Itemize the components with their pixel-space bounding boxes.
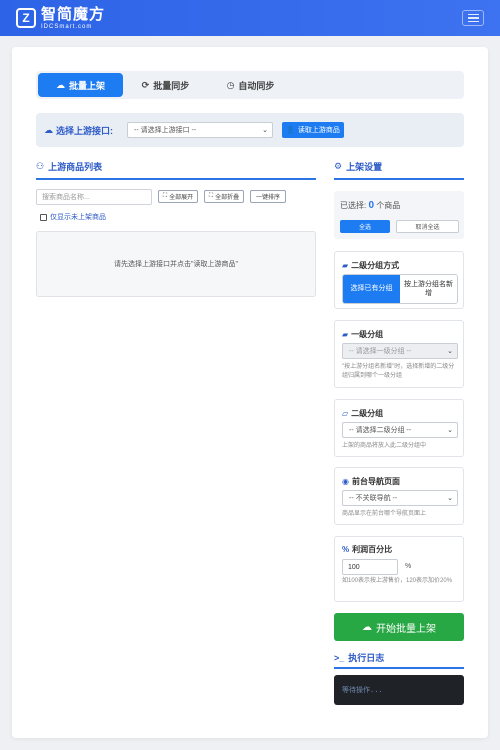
tab-batch-sync[interactable]: ⟳ 批量同步 — [123, 73, 208, 97]
compass-icon: ◉ — [342, 477, 349, 486]
select-all-button[interactable]: 全选 — [340, 220, 390, 233]
profit-hint: 如100表示按上游售价，120表示加价20% — [342, 578, 453, 584]
hamburger-icon — [467, 13, 479, 16]
sitemap-icon: ⚇ — [36, 161, 45, 171]
level2-group-panel: ▱ 二级分组 -- 请选择二级分组 -- ⌄ 上架的商品将放入此二级分组中 — [334, 399, 464, 457]
percent-unit: % — [405, 563, 412, 570]
upstream-label: 选择上游接口: — [56, 125, 113, 136]
start-batch-listing-button[interactable]: ☁ 开始批量上架 — [334, 613, 464, 641]
cloud-icon: ☁ — [44, 124, 53, 135]
checkbox[interactable] — [40, 213, 47, 221]
cloud-upload-icon: ☁ — [55, 79, 65, 90]
upstream-select[interactable]: -- 请选择上游接口 -- ⌄ — [127, 122, 273, 138]
divider — [334, 178, 464, 180]
chevron-down-icon: ⌄ — [262, 127, 268, 134]
menu-toggle-button[interactable] — [462, 10, 484, 26]
expand-all-button[interactable]: ⛶ 全部展开 — [158, 190, 198, 203]
unselect-all-button[interactable]: 取消全选 — [396, 220, 459, 233]
selected-count: 0 — [368, 200, 375, 211]
gears-icon: ⚙ — [334, 161, 343, 171]
level1-group-select[interactable]: -- 请选择一级分组 -- ⌄ — [342, 343, 458, 359]
brand-logo[interactable]: Z 智简魔方 IDCSmart.com — [16, 7, 105, 30]
clock-icon: ◷ — [226, 79, 235, 90]
fetch-upstream-button[interactable]: 👤 读取上游商品 — [282, 122, 344, 138]
chevron-down-icon: ⌄ — [447, 495, 453, 502]
nav-page-panel: ◉ 前台导航页面 -- 不关联导航 -- ⌄ 商品显示在前台哪个导航页面上 — [334, 467, 464, 525]
folder-open-icon: ▰ — [342, 261, 349, 270]
product-list-title: ⚇ 上游商品列表 — [36, 161, 103, 172]
tab-batch-listing[interactable]: ☁ 批量上架 — [38, 73, 123, 97]
profit-input[interactable]: 100 — [342, 559, 398, 575]
level1-group-panel: ▰ 一级分组 -- 请选择一级分组 -- ⌄ "按上游分组名新增"时，选择新增的… — [334, 320, 464, 388]
sort-button[interactable]: 一键排序 — [250, 190, 286, 203]
nav-page-select[interactable]: -- 不关联导航 -- ⌄ — [342, 490, 458, 506]
settings-title: ⚙ 上架设置 — [334, 161, 383, 172]
user-icon: 👤 — [286, 127, 295, 134]
upstream-bar: ☁ 选择上游接口: -- 请选择上游接口 -- ⌄ 👤 读取上游商品 — [36, 113, 464, 147]
top-navbar: Z 智简魔方 IDCSmart.com — [0, 0, 500, 36]
level2-group-select[interactable]: -- 请选择二级分组 -- ⌄ — [342, 422, 458, 438]
brand-subtitle: IDCSmart.com — [41, 23, 93, 30]
product-list-empty: 请先选择上游接口并点击"读取上游商品" — [36, 231, 316, 297]
sync-icon: ⟳ — [141, 79, 150, 90]
level1-hint: "按上游分组名新增"时，选择新增的二级分组归属到哪个一级分组 — [342, 364, 455, 380]
percent-icon: % — [342, 545, 350, 554]
cloud-upload-icon: ☁ — [362, 621, 372, 633]
product-search-input[interactable]: 搜索商品名称... — [36, 189, 152, 205]
chevron-down-icon: ⌄ — [447, 427, 453, 434]
divider — [36, 178, 316, 180]
selection-summary: 已选择: 0 个商品 全选 取消全选 — [334, 191, 464, 239]
group-mode-panel: ▰ 二级分组方式 选择已有分组 按上游分组名新增 — [334, 251, 464, 309]
chevron-down-icon: ⌄ — [447, 348, 453, 355]
divider — [334, 667, 464, 669]
group-mode-toggle: 选择已有分组 按上游分组名新增 — [342, 274, 458, 304]
nav-hint: 商品显示在前台哪个导航页面上 — [342, 511, 427, 517]
log-output: 等待操作... — [334, 675, 464, 705]
expand-icon: ⛶ — [162, 193, 168, 199]
tab-bar: ☁ 批量上架 ⟳ 批量同步 ◷ 自动同步 — [36, 71, 464, 99]
compress-icon: ⛶ — [208, 193, 214, 199]
terminal-icon: >_ — [334, 652, 345, 663]
level2-hint: 上架的商品将放入此二级分组中 — [342, 443, 427, 449]
option-upstream-group[interactable]: 按上游分组名新增 — [400, 275, 457, 303]
main-card: ☁ 批量上架 ⟳ 批量同步 ◷ 自动同步 ☁ 选择上游接口: -- 请选择上游接… — [12, 47, 488, 738]
folder-icon: ▰ — [342, 330, 349, 339]
option-existing-group[interactable]: 选择已有分组 — [343, 275, 400, 303]
profit-panel: % 利润百分比 100 % 如100表示按上游售价，120表示加价20% — [334, 536, 464, 602]
folder-open-icon: ▱ — [342, 409, 349, 418]
only-unlisted-toggle[interactable]: 仅显示未上架商品 — [40, 212, 106, 222]
logo-icon: Z — [16, 8, 36, 28]
log-title: >_ 执行日志 — [334, 652, 385, 664]
tab-auto-sync[interactable]: ◷ 自动同步 — [208, 73, 293, 97]
brand-title: 智简魔方 — [41, 5, 106, 23]
collapse-all-button[interactable]: ⛶ 全部折叠 — [204, 190, 244, 203]
